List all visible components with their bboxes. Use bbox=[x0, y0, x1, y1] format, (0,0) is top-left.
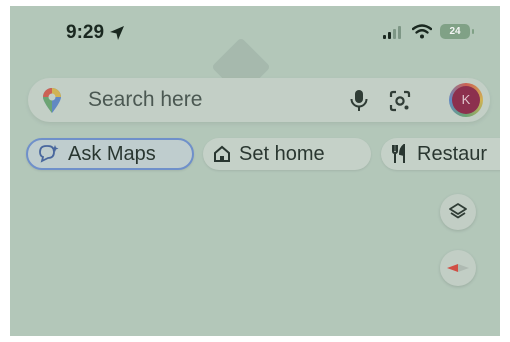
chip-label: Ask Maps bbox=[68, 142, 156, 165]
home-icon bbox=[213, 145, 231, 163]
layers-button[interactable] bbox=[440, 194, 476, 230]
status-time-text: 9:29 bbox=[66, 22, 105, 43]
battery-level: 24 bbox=[449, 26, 461, 37]
ask-maps-icon bbox=[38, 144, 60, 164]
avatar[interactable]: K bbox=[449, 83, 483, 117]
compass-button[interactable] bbox=[440, 250, 476, 286]
maps-pin-icon bbox=[43, 88, 61, 113]
status-indicators: 24 bbox=[382, 24, 474, 39]
layers-icon bbox=[449, 203, 467, 219]
search-input[interactable]: Search here bbox=[88, 88, 202, 112]
microphone-icon[interactable] bbox=[348, 89, 370, 113]
lens-camera-icon[interactable] bbox=[388, 89, 412, 113]
chip-label: Restaur bbox=[417, 142, 488, 165]
chip-restaurants[interactable]: Restaur bbox=[381, 138, 500, 170]
battery-indicator: 24 bbox=[440, 24, 474, 39]
signal-icon bbox=[383, 25, 401, 39]
chip-ask-maps[interactable]: Ask Maps bbox=[26, 138, 194, 170]
search-bar[interactable]: Search here K bbox=[28, 78, 490, 122]
compass-icon bbox=[447, 264, 469, 272]
chip-set-home[interactable]: Set home bbox=[203, 138, 371, 170]
location-arrow-icon bbox=[110, 26, 125, 40]
status-time: 9:29 bbox=[66, 22, 126, 44]
wifi-icon bbox=[412, 24, 432, 39]
restaurant-icon bbox=[391, 144, 409, 164]
avatar-initial: K bbox=[452, 86, 480, 114]
maps-screen: 9:29 24 Search here K Ask Maps Set home … bbox=[10, 6, 500, 336]
chip-label: Set home bbox=[239, 142, 325, 165]
